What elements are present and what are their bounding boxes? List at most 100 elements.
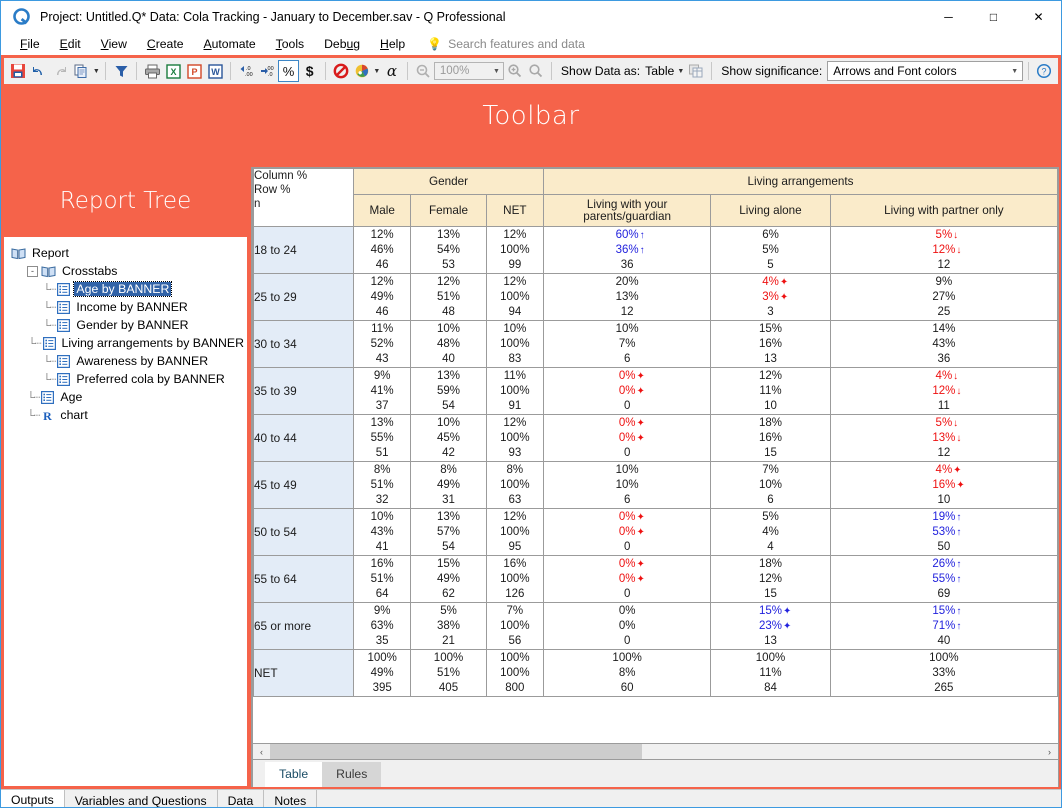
menu-help[interactable]: Help xyxy=(370,35,415,53)
data-cell[interactable]: 14% 43% 36 xyxy=(829,320,1058,368)
export-powerpoint-icon[interactable]: P xyxy=(184,60,204,82)
data-cell[interactable]: 5% 38% 21 xyxy=(410,602,487,650)
data-cell[interactable]: 100% 100% 800 xyxy=(485,649,545,697)
data-cell[interactable]: 13% 54% 53 xyxy=(410,226,487,274)
data-cell[interactable]: 11% 100% 91 xyxy=(485,367,545,415)
data-cell[interactable]: 13% 55% 51 xyxy=(352,414,412,462)
data-cell[interactable]: 10% 10% 6 xyxy=(543,461,712,509)
search-features[interactable]: 💡 Search features and data xyxy=(427,37,585,51)
data-cell[interactable]: 6% 5% 5 xyxy=(710,226,831,274)
data-cell[interactable]: 15% 16% 13 xyxy=(710,320,831,368)
data-cell[interactable]: 5% ↓ 12% ↓ 12 xyxy=(829,226,1058,274)
report-tree-list[interactable]: Report - Crosstabs └┈ Age by BANNER └┈ Income … xyxy=(4,237,247,786)
table-layout-icon[interactable] xyxy=(686,60,706,82)
tree-node-age-by-banner[interactable]: └┈ Age by BANNER xyxy=(11,280,246,298)
data-cell[interactable]: 18% 16% 15 xyxy=(710,414,831,462)
data-cell[interactable]: 8% 100% 63 xyxy=(485,461,545,509)
data-cell[interactable]: 15% ↑ 71% ↑ 40 xyxy=(829,602,1058,650)
scroll-left-arrow-icon[interactable]: ‹ xyxy=(253,744,270,759)
column-header[interactable]: Living with partner only xyxy=(829,194,1058,227)
data-cell[interactable]: 15% ✦ 23% ✦ 13 xyxy=(710,602,831,650)
scrollbar-thumb[interactable] xyxy=(270,744,642,759)
data-cell[interactable]: 9% 63% 35 xyxy=(352,602,412,650)
data-cell[interactable]: 12% 46% 46 xyxy=(352,226,412,274)
data-cell[interactable]: 10% 7% 6 xyxy=(543,320,712,368)
column-header[interactable]: NET xyxy=(485,194,545,227)
undo-icon[interactable] xyxy=(29,60,49,82)
data-cell[interactable]: 100% 33% 265 xyxy=(829,649,1058,697)
tree-node-report[interactable]: Report xyxy=(11,244,246,262)
tree-node-awareness-by-banner[interactable]: └┈ Awareness by BANNER xyxy=(11,352,246,370)
tree-node-crosstabs[interactable]: - Crosstabs xyxy=(11,262,246,280)
row-header[interactable]: 18 to 24 xyxy=(253,226,354,274)
menu-tools[interactable]: Tools xyxy=(266,35,314,53)
export-excel-icon[interactable]: X xyxy=(163,60,183,82)
column-header[interactable]: Male xyxy=(352,194,412,227)
scroll-right-arrow-icon[interactable]: › xyxy=(1041,744,1058,759)
data-cell[interactable]: 10% 45% 42 xyxy=(410,414,487,462)
decrease-decimals-icon[interactable]: .00 .0 xyxy=(257,60,277,82)
zoom-in-icon[interactable] xyxy=(505,60,525,82)
column-header[interactable]: Living alone xyxy=(710,194,831,227)
data-cell[interactable]: 100% 51% 405 xyxy=(410,649,487,697)
export-word-icon[interactable]: W xyxy=(205,60,225,82)
data-cell[interactable]: 7% 100% 56 xyxy=(485,602,545,650)
data-cell[interactable]: 7% 10% 6 xyxy=(710,461,831,509)
minimize-button[interactable]: ─ xyxy=(926,1,971,32)
data-cell[interactable]: 12% 49% 46 xyxy=(352,273,412,321)
row-header[interactable]: 35 to 39 xyxy=(253,367,354,415)
row-header[interactable]: 40 to 44 xyxy=(253,414,354,462)
row-header[interactable]: 50 to 54 xyxy=(253,508,354,556)
data-cell[interactable]: 100% 8% 60 xyxy=(543,649,712,697)
data-cell[interactable]: 12% 100% 95 xyxy=(485,508,545,556)
data-cell[interactable]: 12% 11% 10 xyxy=(710,367,831,415)
tree-node-preferred-cola-by-banner[interactable]: └┈ Preferred cola by BANNER xyxy=(11,370,246,388)
data-cell[interactable]: 13% 59% 54 xyxy=(410,367,487,415)
row-header[interactable]: 45 to 49 xyxy=(253,461,354,509)
data-cell[interactable]: 12% 100% 94 xyxy=(485,273,545,321)
filter-icon[interactable] xyxy=(111,60,131,82)
redo-icon[interactable] xyxy=(50,60,70,82)
data-cell[interactable]: 0% 0% 0 xyxy=(543,602,712,650)
data-cell[interactable]: 12% 100% 99 xyxy=(485,226,545,274)
data-cell[interactable]: 5% 4% 4 xyxy=(710,508,831,556)
data-cell[interactable]: 16% 51% 64 xyxy=(352,555,412,603)
tab-table[interactable]: Table xyxy=(265,762,323,787)
print-icon[interactable] xyxy=(142,60,162,82)
data-cell[interactable]: 16% 100% 126 xyxy=(485,555,545,603)
menu-view[interactable]: View xyxy=(91,35,137,53)
data-cell[interactable]: 13% 57% 54 xyxy=(410,508,487,556)
data-cell[interactable]: 11% 52% 43 xyxy=(352,320,412,368)
tab-rules[interactable]: Rules xyxy=(322,762,382,787)
tree-node-age[interactable]: └┈ Age xyxy=(11,388,246,406)
data-cell[interactable]: 10% 100% 83 xyxy=(485,320,545,368)
percent-format-icon[interactable]: % xyxy=(278,60,299,82)
column-group-header[interactable]: Living arrangements xyxy=(543,168,1058,195)
bottom-tab-variables-and-questions[interactable]: Variables and Questions xyxy=(65,790,218,807)
row-header[interactable]: NET xyxy=(253,649,354,697)
column-header[interactable]: Living with your parents/guardian xyxy=(543,194,712,227)
color-dropdown-caret-icon[interactable]: ▼ xyxy=(373,68,381,75)
data-cell[interactable]: 9% 41% 37 xyxy=(352,367,412,415)
data-cell[interactable]: 5% ↓ 13% ↓ 12 xyxy=(829,414,1058,462)
data-cell[interactable]: 26% ↑ 55% ↑ 69 xyxy=(829,555,1058,603)
data-cell[interactable]: 4% ✦ 3% ✦ 3 xyxy=(710,273,831,321)
menu-file[interactable]: File xyxy=(10,35,50,53)
bottom-tab-data[interactable]: Data xyxy=(218,790,265,807)
bottom-tab-notes[interactable]: Notes xyxy=(264,790,318,807)
data-cell[interactable]: 4% ↓ 12% ↓ 11 xyxy=(829,367,1058,415)
close-button[interactable]: ✕ xyxy=(1016,1,1061,32)
row-header[interactable]: 30 to 34 xyxy=(253,320,354,368)
data-cell[interactable]: 19% ↑ 53% ↑ 50 xyxy=(829,508,1058,556)
currency-format-icon[interactable]: $ xyxy=(300,60,320,82)
data-cell[interactable]: 0% ✦ 0% ✦ 0 xyxy=(543,508,712,556)
data-cell[interactable]: 20% 13% 12 xyxy=(543,273,712,321)
menu-debug[interactable]: Debug xyxy=(314,35,370,53)
column-header[interactable]: Female xyxy=(410,194,487,227)
data-cell[interactable]: 0% ✦ 0% ✦ 0 xyxy=(543,414,712,462)
data-cell[interactable]: 8% 49% 31 xyxy=(410,461,487,509)
row-header[interactable]: 55 to 64 xyxy=(253,555,354,603)
zoom-level-combo[interactable]: 100% ▼ xyxy=(433,62,504,80)
copy-dropdown-caret-icon[interactable]: ▼ xyxy=(92,68,100,75)
data-cell[interactable]: 12% 51% 48 xyxy=(410,273,487,321)
